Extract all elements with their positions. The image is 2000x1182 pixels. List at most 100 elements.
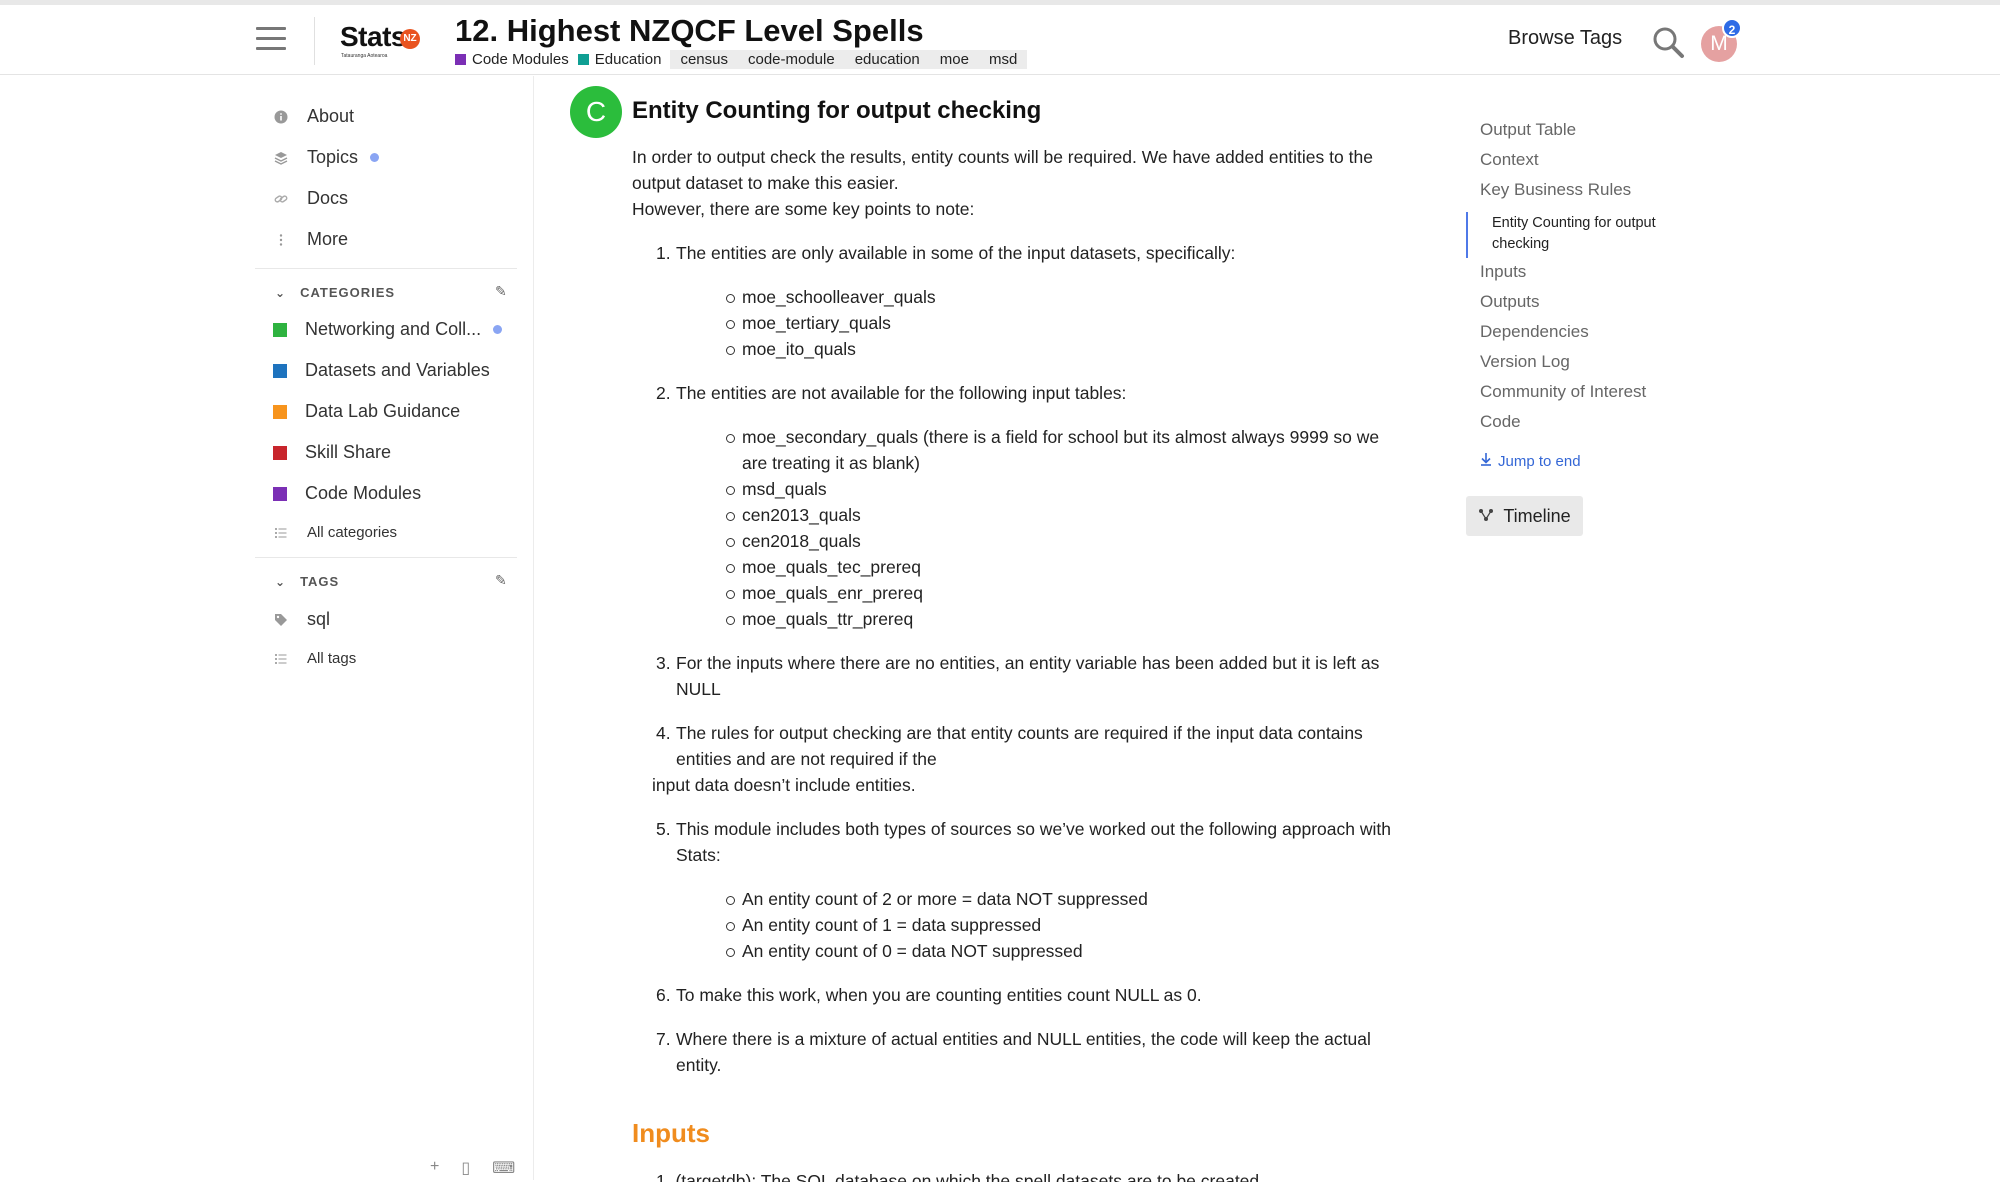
sidebar-item-docs[interactable]: Docs	[273, 188, 348, 209]
item-number: 1.	[656, 243, 671, 263]
sidebar-category-datasets[interactable]: Datasets and Variables	[273, 360, 490, 381]
browse-tags-link[interactable]: Browse Tags	[1508, 27, 1622, 50]
toc-link-entity-counting[interactable]: Entity Counting for output checking	[1492, 213, 1692, 255]
category-color-swatch	[273, 445, 287, 460]
notification-badge[interactable]: 2	[1722, 18, 1742, 38]
unread-dot	[370, 153, 380, 162]
timeline-button[interactable]: Timeline	[1466, 496, 1583, 536]
item-text: To make this work, when you are counting…	[676, 985, 1202, 1005]
post-content: C Entity Counting for output checking In…	[570, 76, 1392, 1182]
list-item: 7. Where there is a mixture of actual en…	[632, 1026, 1392, 1078]
tag-icon	[273, 612, 289, 628]
toc-link-inputs[interactable]: Inputs	[1480, 262, 1526, 282]
sidebar-footer-actions: + ▯ ⌨	[430, 1158, 515, 1178]
sidebar-divider	[255, 268, 517, 269]
intro-paragraph: However, there are some key points to no…	[632, 199, 975, 219]
item-text: The entities are not available for the f…	[676, 383, 1127, 403]
tag-code-module[interactable]: code-module	[737, 49, 845, 69]
tag-education[interactable]: education	[844, 49, 930, 69]
toc-link-key-business-rules[interactable]: Key Business Rules	[1480, 180, 1631, 200]
tag-msd[interactable]: msd	[978, 49, 1028, 69]
sidebar-category-skill-share[interactable]: Skill Share	[273, 442, 391, 463]
mobile-icon[interactable]: ▯	[461, 1158, 470, 1178]
search-icon[interactable]	[1651, 25, 1685, 59]
plus-icon[interactable]: +	[430, 1158, 439, 1178]
category-color-swatch	[273, 486, 287, 501]
category-color-swatch	[577, 53, 589, 65]
sidebar-category-networking[interactable]: Networking and Coll...	[273, 319, 503, 340]
sub-list-item: An entity count of 2 or more = data NOT …	[676, 886, 1392, 912]
sub-list: moe_schoolleaver_quals moe_tertiary_qual…	[676, 284, 1392, 362]
jump-to-end-link[interactable]: Jump to end	[1480, 452, 1581, 470]
site-logo[interactable]: Stats NZ Tatauranga Aotearoa	[340, 21, 422, 61]
sidebar-item-label: About	[307, 106, 355, 126]
category-badge-code-modules[interactable]: Code Modules	[455, 51, 569, 68]
category-color-swatch	[273, 322, 287, 337]
category-color-swatch	[455, 53, 466, 65]
tags-section-toggle[interactable]: ⌄ TAGS	[275, 574, 339, 589]
sidebar-item-about[interactable]: About	[273, 106, 354, 127]
timeline-icon	[1478, 506, 1494, 527]
sidebar-item-label: Networking and Coll...	[305, 319, 482, 339]
section-heading: Entity Counting for output checking	[632, 97, 1042, 124]
toc-link-code[interactable]: Code	[1480, 412, 1521, 432]
download-arrow-icon	[1480, 452, 1492, 470]
categories-section-toggle[interactable]: ⌄ CATEGORIES	[275, 285, 395, 300]
item-text: The rules for output checking are that e…	[676, 723, 1363, 769]
toc-link-version-log[interactable]: Version Log	[1480, 352, 1570, 372]
logo-subtitle: Tatauranga Aotearoa	[341, 53, 388, 59]
chevron-down-icon: ⌄	[275, 574, 287, 589]
author-avatar[interactable]: C	[570, 86, 622, 138]
list-icon	[273, 525, 289, 541]
tag-moe[interactable]: moe	[929, 49, 979, 69]
sub-list-item: moe_quals_enr_prereq	[676, 580, 1392, 606]
sidebar-category-data-lab-guidance[interactable]: Data Lab Guidance	[273, 401, 460, 422]
item-text: For the inputs where there are no entiti…	[676, 653, 1380, 699]
sidebar-item-label: Data Lab Guidance	[305, 401, 461, 421]
toc-link-context[interactable]: Context	[1480, 150, 1539, 170]
toc-link-outputs[interactable]: Outputs	[1480, 292, 1540, 312]
category-label: Education	[594, 50, 662, 68]
edit-categories-pencil-icon[interactable]: ✎	[495, 283, 507, 300]
item-number: 2.	[656, 383, 671, 403]
sub-list-item: moe_ito_quals	[676, 336, 1392, 362]
item-number: 4.	[656, 723, 671, 743]
sidebar-divider	[255, 557, 517, 558]
sub-list-item: moe_schoolleaver_quals	[676, 284, 1392, 310]
sidebar-all-categories[interactable]: All categories	[273, 524, 397, 541]
list-icon	[273, 651, 289, 667]
category-badge-education[interactable]: Education	[577, 50, 662, 68]
intro-paragraph: In order to output check the results, en…	[632, 147, 1373, 193]
sidebar-item-label: Docs	[307, 188, 349, 208]
toc-link-output-table[interactable]: Output Table	[1480, 120, 1576, 140]
list-item: 6. To make this work, when you are count…	[632, 982, 1392, 1008]
sub-list-item: An entity count of 1 = data suppressed	[676, 912, 1392, 938]
chevron-down-icon: ⌄	[275, 285, 287, 300]
sidebar-item-more[interactable]: More	[273, 229, 348, 250]
category-label: Code Modules	[472, 50, 569, 68]
toc-link-community-of-interest[interactable]: Community of Interest	[1480, 382, 1646, 402]
keyboard-icon[interactable]: ⌨	[492, 1158, 515, 1178]
list-item: 4. The rules for output checking are tha…	[632, 720, 1392, 798]
sub-list-item: msd_quals	[676, 476, 1392, 502]
page-title[interactable]: 12. Highest NZQCF Level Spells	[455, 13, 924, 49]
category-color-swatch	[273, 404, 287, 419]
toc-link-dependencies[interactable]: Dependencies	[1480, 322, 1589, 342]
tag-census[interactable]: census	[670, 49, 738, 69]
sub-list-item: cen2018_quals	[676, 528, 1392, 554]
sub-list-item: moe_secondary_quals (there is a field fo…	[676, 424, 1392, 476]
hamburger-menu-icon[interactable]	[256, 27, 286, 53]
sidebar-all-tags[interactable]: All tags	[273, 650, 356, 667]
edit-tags-pencil-icon[interactable]: ✎	[495, 572, 507, 589]
sidebar-item-label: Datasets and Variables	[305, 360, 490, 380]
sidebar-item-label: More	[307, 229, 349, 249]
sidebar-item-topics[interactable]: Topics	[273, 147, 380, 168]
sidebar-tag-sql[interactable]: sql	[273, 609, 330, 630]
item-number: 6.	[656, 985, 671, 1005]
sub-list-item: moe_tertiary_quals	[676, 310, 1392, 336]
layers-icon	[273, 150, 289, 166]
list-item: 3. For the inputs where there are no ent…	[632, 650, 1392, 702]
sub-list-item: An entity count of 0 = data NOT suppress…	[676, 938, 1392, 964]
sidebar-category-code-modules[interactable]: Code Modules	[273, 483, 421, 504]
sub-list: moe_secondary_quals (there is a field fo…	[676, 424, 1392, 632]
